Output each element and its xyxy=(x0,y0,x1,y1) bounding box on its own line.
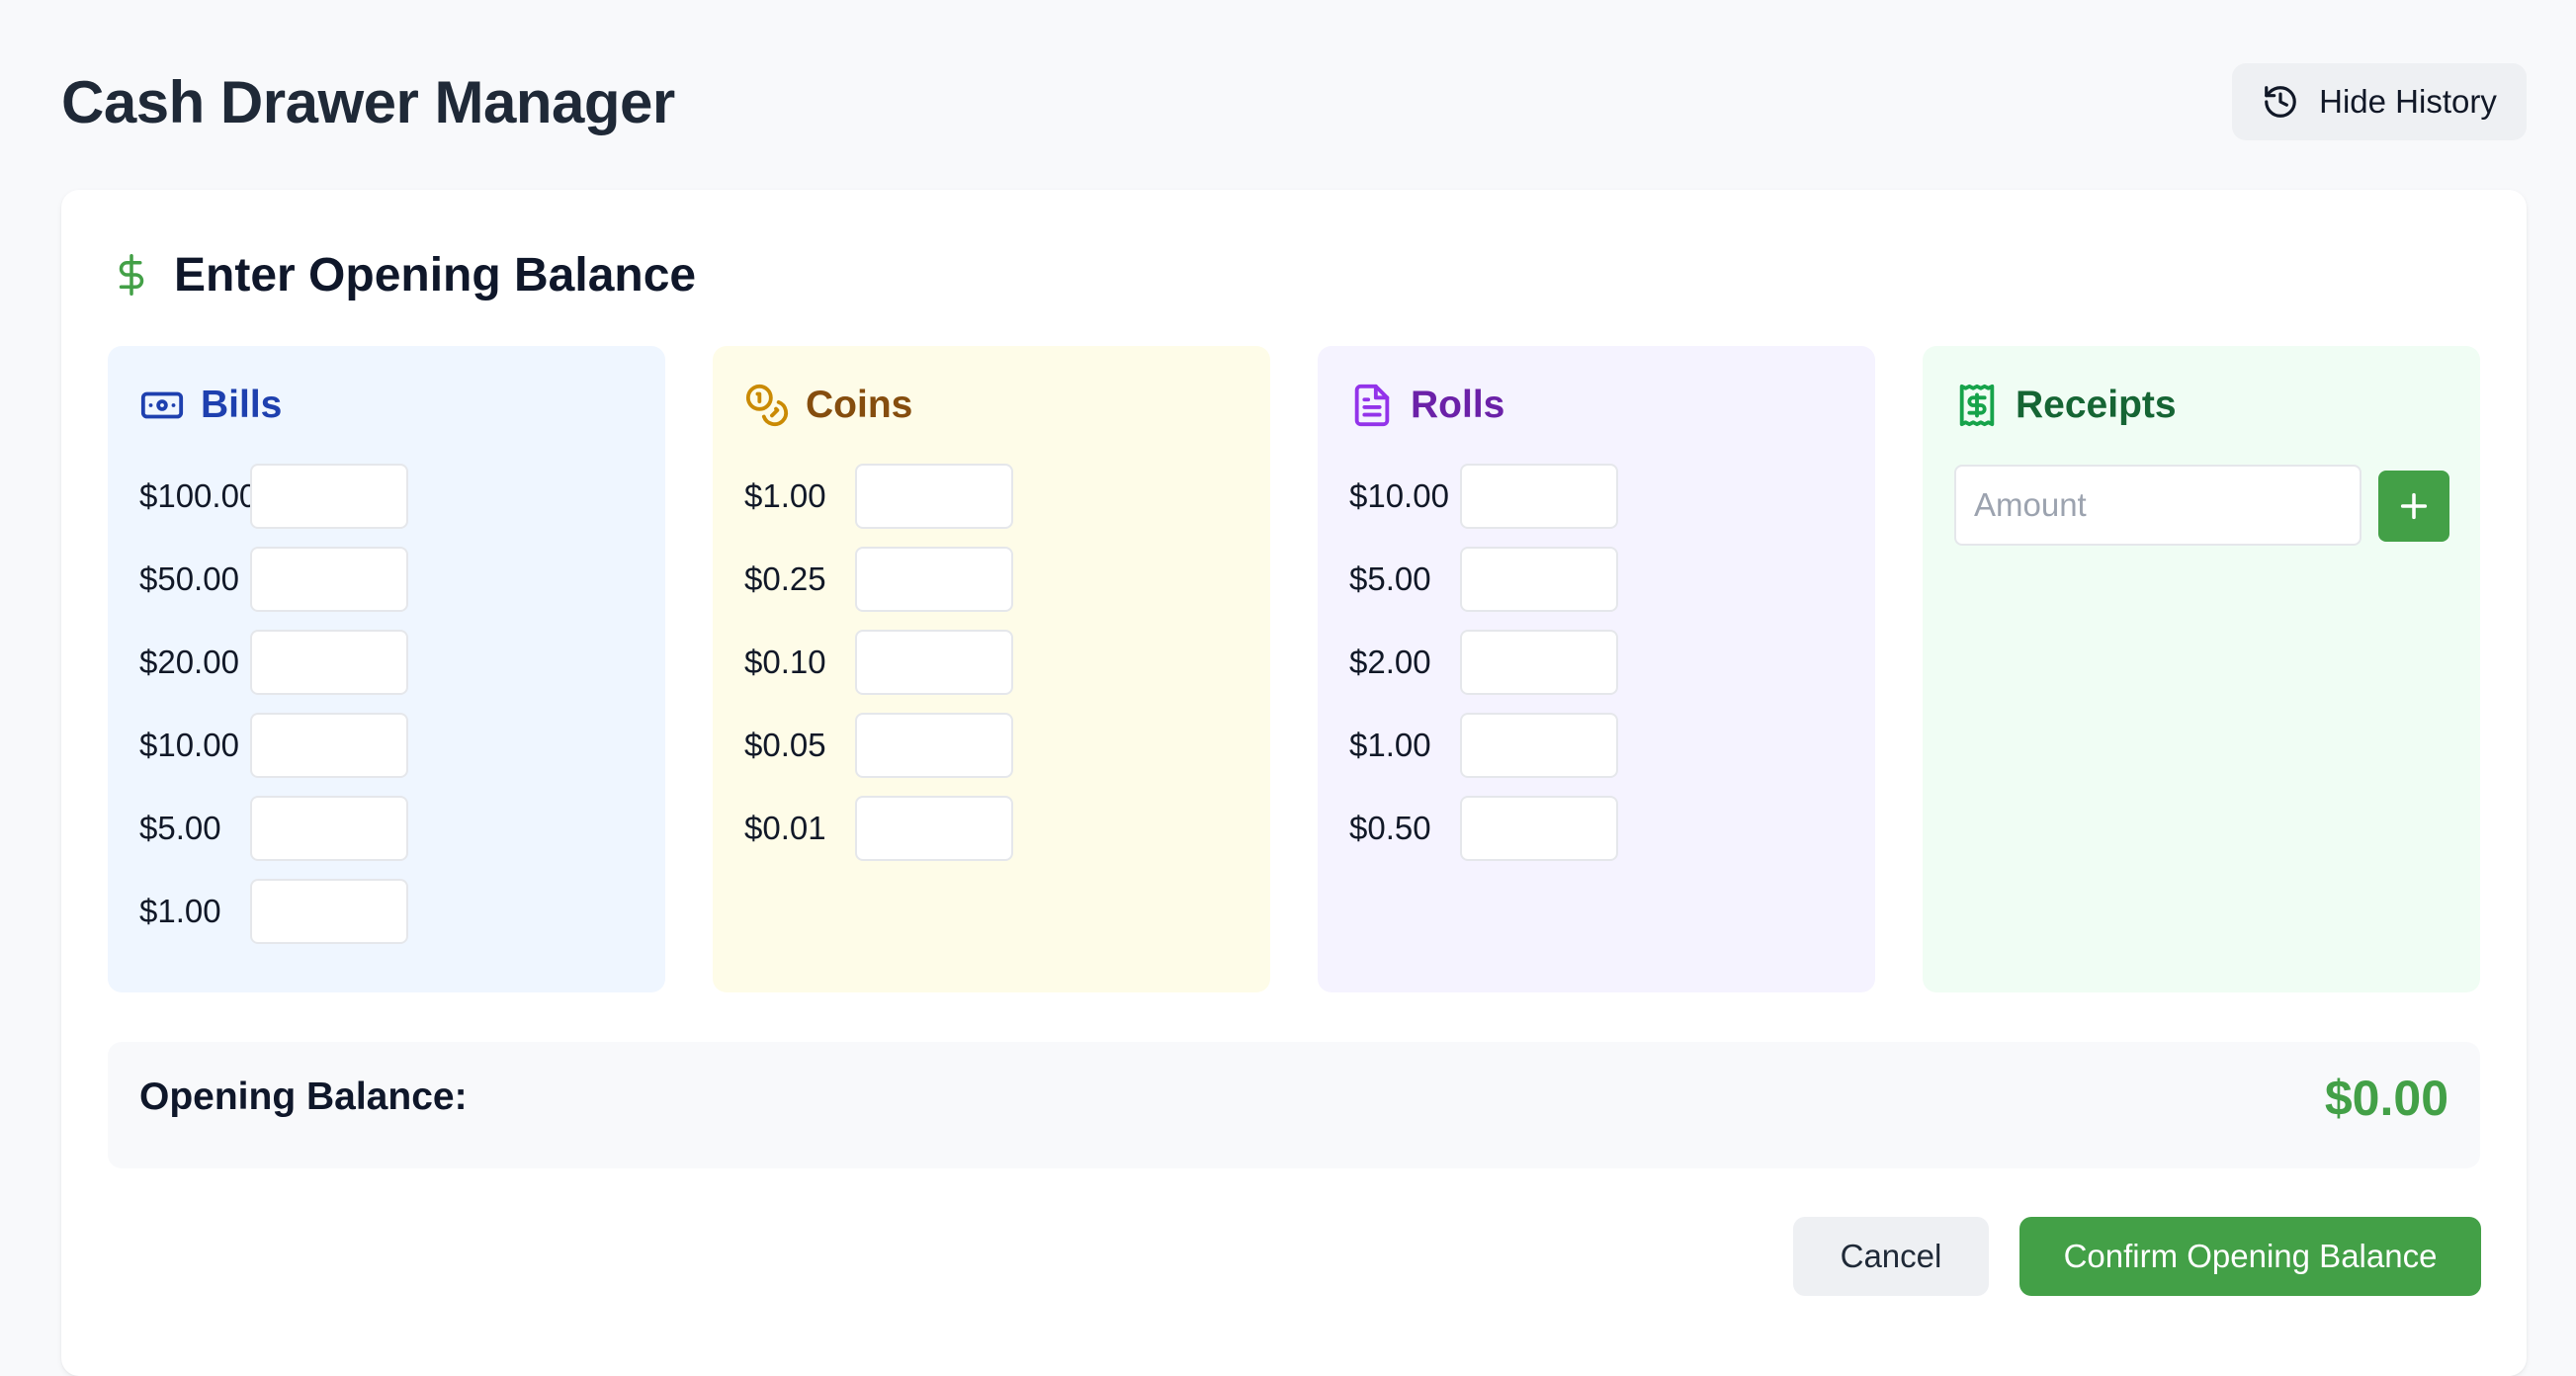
denomination-label: $0.10 xyxy=(744,644,826,680)
coins-title: Coins xyxy=(806,384,913,426)
roll-row: $5.00 xyxy=(1349,546,1618,613)
denomination-label: $50.00 xyxy=(139,560,239,597)
denomination-label: $5.00 xyxy=(139,810,221,846)
page-title: Cash Drawer Manager xyxy=(61,69,675,135)
denomination-label: $0.05 xyxy=(744,727,826,763)
roll-10-count-input[interactable] xyxy=(1460,464,1618,529)
bill-row: $20.00 xyxy=(139,629,408,696)
bills-title: Bills xyxy=(201,384,283,426)
denomination-label: $10.00 xyxy=(1349,477,1449,514)
opening-balance-card: Enter Opening Balance Bills $100.00 $50.… xyxy=(61,190,2527,1376)
denomination-label: $5.00 xyxy=(1349,560,1431,597)
denomination-label: $0.25 xyxy=(744,560,826,597)
roll-5-count-input[interactable] xyxy=(1460,547,1618,612)
receipts-title: Receipts xyxy=(2016,384,2177,426)
receipt-icon xyxy=(1959,384,1995,427)
coins-icon xyxy=(745,384,789,427)
roll-1-count-input[interactable] xyxy=(1460,713,1618,778)
coin-row: $0.01 xyxy=(744,795,1013,862)
bill-5-count-input[interactable] xyxy=(250,796,408,861)
coin-row: $0.25 xyxy=(744,546,1013,613)
opening-balance-value: $0.00 xyxy=(2324,1071,2448,1126)
denomination-label: $10.00 xyxy=(139,727,239,763)
roll-2-count-input[interactable] xyxy=(1460,630,1618,695)
denomination-label: $2.00 xyxy=(1349,644,1431,680)
coin-row: $0.05 xyxy=(744,712,1013,779)
bill-row: $5.00 xyxy=(139,795,408,862)
bill-50-count-input[interactable] xyxy=(250,547,408,612)
denomination-label: $0.50 xyxy=(1349,810,1431,846)
hide-history-label: Hide History xyxy=(2319,83,2497,120)
bill-row: $50.00 xyxy=(139,546,408,613)
file-text-icon xyxy=(1354,384,1390,427)
cancel-button[interactable]: Cancel xyxy=(1793,1217,1989,1296)
bill-100-count-input[interactable] xyxy=(250,464,408,529)
coin-005-count-input[interactable] xyxy=(855,713,1013,778)
coins-panel: Coins $1.00 $0.25 $0.10 $0.05 $0.01 xyxy=(713,346,1270,992)
history-icon xyxy=(2265,86,2296,118)
coin-row: $0.10 xyxy=(744,629,1013,696)
rolls-title: Rolls xyxy=(1411,384,1505,426)
bills-header: Bills xyxy=(139,376,282,435)
bill-row: $10.00 xyxy=(139,712,408,779)
denomination-label: $1.00 xyxy=(1349,727,1431,763)
bill-20-count-input[interactable] xyxy=(250,630,408,695)
roll-row: $0.50 xyxy=(1349,795,1618,862)
coins-header: Coins xyxy=(744,376,912,435)
roll-row: $10.00 xyxy=(1349,463,1618,530)
rolls-header: Rolls xyxy=(1349,376,1504,435)
denomination-label: $1.00 xyxy=(744,477,826,514)
denomination-label: $0.01 xyxy=(744,810,826,846)
dollar-icon xyxy=(119,254,144,296)
plus-icon xyxy=(2400,492,2428,520)
coin-row: $1.00 xyxy=(744,463,1013,530)
roll-row: $1.00 xyxy=(1349,712,1618,779)
hide-history-button[interactable]: Hide History xyxy=(2232,63,2527,140)
receipts-panel: Receipts xyxy=(1923,346,2480,992)
opening-balance-bar: Opening Balance: $0.00 xyxy=(108,1042,2480,1168)
card-title: Enter Opening Balance xyxy=(174,248,697,301)
rolls-panel: Rolls $10.00 $5.00 $2.00 $1.00 $0.50 xyxy=(1318,346,1875,992)
denomination-label: $1.00 xyxy=(139,893,221,929)
denomination-label: $100.00 xyxy=(139,477,258,514)
bill-10-count-input[interactable] xyxy=(250,713,408,778)
bill-row: $100.00 xyxy=(139,463,408,530)
card-header: Enter Opening Balance xyxy=(111,239,696,310)
receipt-amount-input[interactable] xyxy=(1954,465,2361,546)
add-receipt-button[interactable] xyxy=(2378,471,2449,542)
bill-row: $1.00 xyxy=(139,878,408,945)
banknote-icon xyxy=(140,391,184,419)
roll-050-count-input[interactable] xyxy=(1460,796,1618,861)
coin-1-count-input[interactable] xyxy=(855,464,1013,529)
roll-row: $2.00 xyxy=(1349,629,1618,696)
coin-010-count-input[interactable] xyxy=(855,630,1013,695)
denomination-label: $20.00 xyxy=(139,644,239,680)
bill-1-count-input[interactable] xyxy=(250,879,408,944)
coin-001-count-input[interactable] xyxy=(855,796,1013,861)
receipts-header: Receipts xyxy=(1954,376,2177,435)
coin-025-count-input[interactable] xyxy=(855,547,1013,612)
bills-panel: Bills $100.00 $50.00 $20.00 $10.00 $5.00… xyxy=(108,346,665,992)
opening-balance-label: Opening Balance: xyxy=(139,1075,468,1118)
confirm-opening-balance-button[interactable]: Confirm Opening Balance xyxy=(2019,1217,2481,1296)
